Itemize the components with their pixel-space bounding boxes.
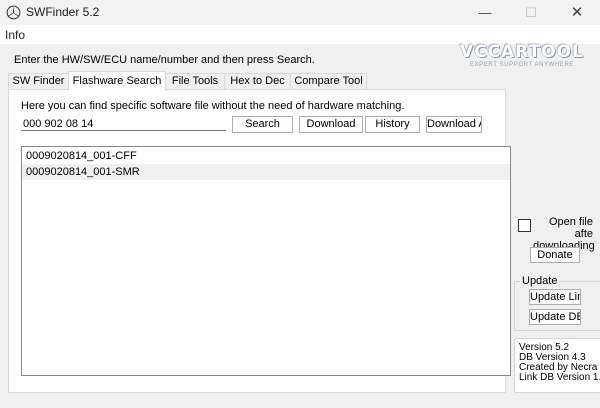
history-button[interactable]: History [365,116,420,133]
flashware-search-panel: Here you can find specific software file… [8,89,511,393]
maximize-button[interactable]: ☐ [508,0,554,25]
tab-hex-to-dec[interactable]: Hex to Dec [224,73,291,90]
open-file-after-download-checkbox[interactable] [518,219,531,232]
results-list[interactable]: 0009020814_001-CFF 0009020814_001-SMR [21,146,511,376]
panel-description: Here you can find specific software file… [21,100,405,112]
tab-sw-finder[interactable]: SW Finder [8,73,69,90]
list-item[interactable]: 0009020814_001-SMR [22,164,510,180]
version-info-box: Version 5.2 DB Version 4.3 Created by Ne… [514,338,600,393]
search-button[interactable]: Search [232,116,293,133]
search-input[interactable] [21,117,226,131]
window-title: SWFinder 5.2 [26,5,100,19]
logo-tagline: EXPERT SUPPORT ANYWHERE [469,62,575,68]
download-all-button[interactable]: Download ALL [426,116,482,133]
donate-button[interactable]: Donate [530,247,580,263]
checkbox-label-line-1: Open file afte [548,216,593,240]
tab-file-tools[interactable]: File Tools [165,73,225,90]
update-group-title: Update [520,275,560,287]
update-db-button[interactable]: Update DB [529,309,581,325]
vccartool-logo: VCCARTOOL EXPERT SUPPORT ANYWHERE [452,42,592,72]
logo-wordmark: VCCARTOOL [460,42,584,62]
menu-item-info[interactable]: Info [5,28,25,42]
title-bar: SWFinder 5.2 — ☐ ✕ [0,0,600,25]
list-item[interactable]: 0009020814_001-CFF [22,148,510,164]
update-links-button[interactable]: Update Links [529,289,581,305]
link-db-version-text: Link DB Version 1. [519,372,600,383]
tab-compare-tool[interactable]: Compare Tool [290,73,367,90]
mercedes-star-icon [6,5,21,20]
instruction-text: Enter the HW/SW/ECU name/number and then… [14,54,315,66]
close-button[interactable]: ✕ [554,0,600,25]
download-button[interactable]: Download [299,116,363,133]
minimize-button[interactable]: — [462,0,508,25]
tab-flashware-search[interactable]: Flashware Search [68,71,166,91]
